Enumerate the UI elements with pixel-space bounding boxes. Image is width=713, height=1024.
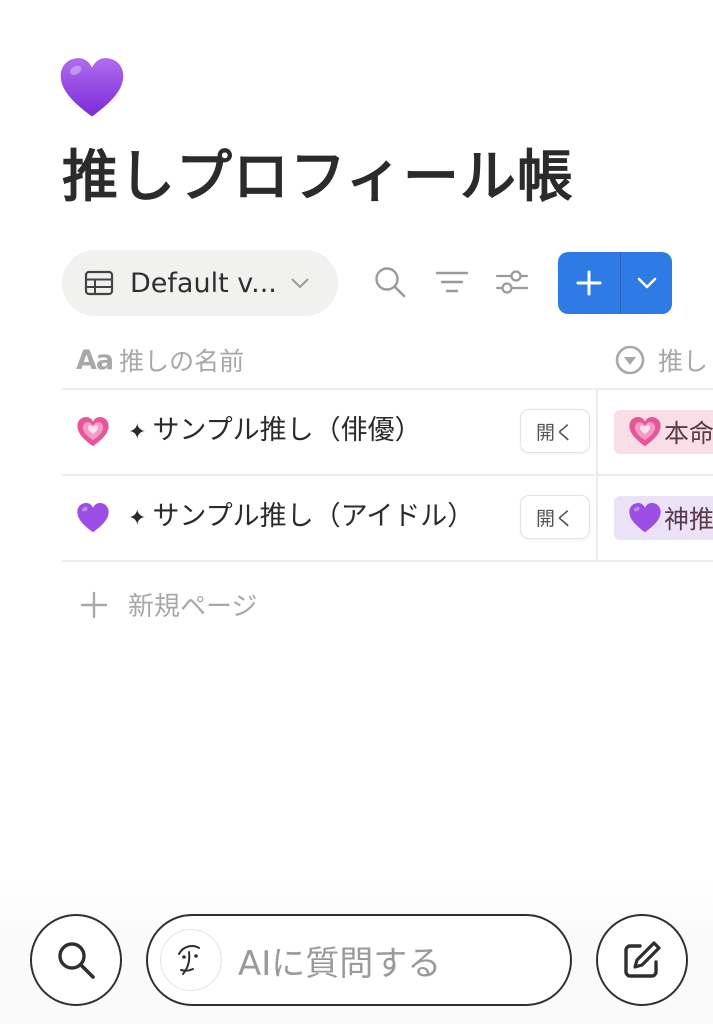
column-header-oshi[interactable]: 推し: [614, 332, 708, 388]
column-header-label: 推し: [658, 347, 709, 376]
edit-icon: [624, 941, 661, 978]
new-options-dropdown[interactable]: [621, 252, 672, 314]
table-icon: [84, 270, 114, 296]
tag-label: 神推: [664, 505, 713, 534]
sparkle-icon: ✦: [128, 506, 147, 531]
search-icon[interactable]: [372, 264, 408, 300]
page-title[interactable]: 推しプロフィール帳: [62, 138, 574, 218]
chevron-down-icon: [291, 278, 309, 289]
pink-heart-icon: [77, 417, 109, 447]
status-tag[interactable]: 本命: [614, 410, 713, 454]
pink-heart-icon: [629, 417, 661, 447]
table-row[interactable]: ✦ サンプル推し（俳優） 開く 本命: [62, 389, 713, 475]
open-button[interactable]: 開く: [520, 495, 590, 539]
column-header-label: 推しの名前: [119, 347, 245, 376]
new-page-button[interactable]: [558, 252, 621, 314]
row-title[interactable]: ✦ サンプル推し（アイドル）: [128, 497, 474, 539]
sort-icon[interactable]: [434, 264, 470, 300]
new-page-label: 新規ページ: [128, 592, 258, 622]
row-title-text: サンプル推し（俳優）: [152, 415, 422, 446]
open-button[interactable]: 開く: [520, 409, 590, 453]
ai-input-placeholder: AIに質問する: [238, 943, 442, 984]
purple-heart-icon: [77, 503, 109, 533]
text-type-icon: Aa: [76, 344, 114, 376]
ai-ask-input[interactable]: AIに質問する: [146, 914, 572, 1006]
ai-face-icon: [160, 929, 222, 991]
purple-heart-icon: [629, 503, 661, 533]
tag-label: 本命: [664, 419, 713, 448]
row-title-text: サンプル推し（アイドル）: [152, 501, 475, 532]
plus-icon: [576, 270, 602, 296]
search-button[interactable]: [30, 914, 122, 1006]
row-title[interactable]: ✦ サンプル推し（俳優）: [128, 411, 422, 453]
view-label: Default v...: [130, 267, 277, 299]
plus-icon: [80, 591, 108, 618]
new-page-row[interactable]: 新規ページ: [80, 586, 257, 623]
status-tag[interactable]: 神推: [614, 496, 713, 540]
select-type-icon: [615, 345, 645, 375]
view-selector[interactable]: Default v...: [62, 250, 338, 316]
compose-button[interactable]: [596, 914, 688, 1006]
chevron-down-icon: [637, 277, 656, 289]
page: 推しプロフィール帳 Default v... Aa 推しの名前 推し ✦ サンプ…: [0, 0, 713, 1024]
table-row[interactable]: ✦ サンプル推し（アイドル） 開く 神推: [62, 475, 713, 561]
column-header-name[interactable]: Aa 推しの名前: [76, 332, 244, 388]
filter-settings-icon[interactable]: [494, 264, 530, 300]
purple-heart-icon[interactable]: [58, 54, 126, 122]
new-button[interactable]: [558, 252, 672, 314]
search-icon: [58, 942, 95, 979]
sparkle-icon: ✦: [128, 420, 147, 445]
